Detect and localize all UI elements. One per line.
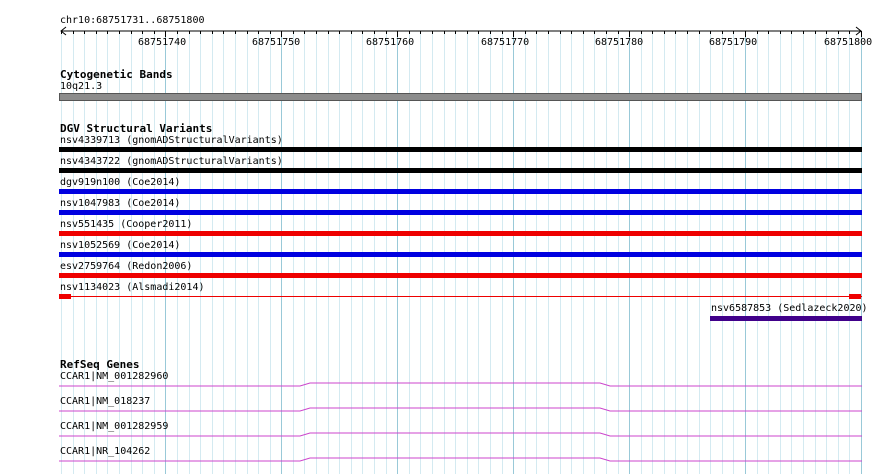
gene-feature: [59, 382, 862, 387]
gene-feature: [59, 432, 862, 437]
gene-feature: [59, 457, 862, 462]
gene-feature: [59, 407, 862, 412]
gene-features[interactable]: [0, 0, 890, 474]
